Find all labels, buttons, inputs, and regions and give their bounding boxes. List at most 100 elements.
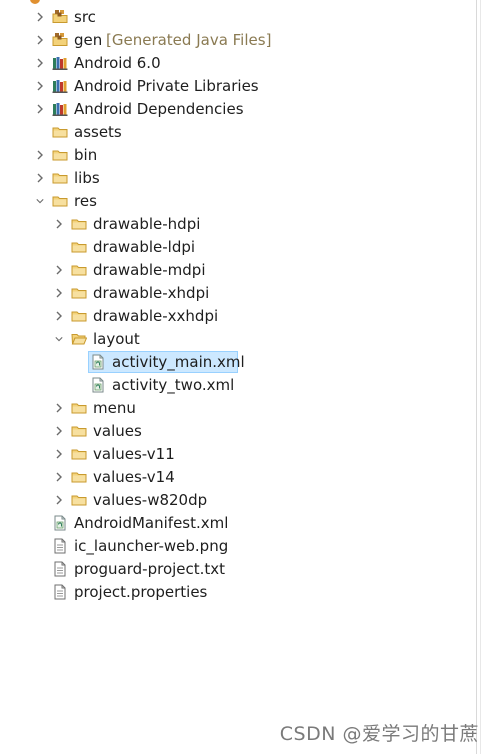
chevron-right-icon[interactable]: [55, 472, 63, 482]
tree-item[interactable]: Android 6.0: [0, 52, 470, 74]
chevron-right-icon[interactable]: [36, 12, 44, 22]
file-icon: [52, 561, 68, 577]
tree-item-label: Android Private Libraries: [74, 77, 259, 95]
tree-item[interactable]: ic_launcher-web.png: [0, 535, 470, 557]
tree-item[interactable]: src: [0, 6, 470, 28]
folder-icon: [52, 124, 68, 140]
tree-item-label: Android Dependencies: [74, 100, 244, 118]
tree-item-label: values-v11: [93, 445, 175, 463]
tree-item[interactable]: project.properties: [0, 581, 470, 603]
tree-item-decoration: [Generated Java Files]: [106, 31, 272, 49]
tree-item[interactable]: activity_main.xml: [0, 351, 470, 373]
tree-item[interactable]: drawable-xhdpi: [0, 282, 470, 304]
folder-icon: [71, 285, 87, 301]
tree-item[interactable]: layout: [0, 328, 470, 350]
tree-item[interactable]: gen [Generated Java Files]: [0, 29, 470, 51]
tree-item[interactable]: proguard-project.txt: [0, 558, 470, 580]
tree-item-label: gen: [74, 31, 103, 49]
tree-item[interactable]: res: [0, 190, 470, 212]
tree-item-label: values-w820dp: [93, 491, 208, 509]
chevron-right-icon[interactable]: [36, 35, 44, 45]
tree-item[interactable]: drawable-hdpi: [0, 213, 470, 235]
tree-item-label: drawable-mdpi: [93, 261, 206, 279]
chevron-down-icon[interactable]: [36, 197, 44, 205]
tree-item-label: activity_main.xml: [112, 353, 245, 371]
folder-icon: [71, 400, 87, 416]
folder-icon: [71, 262, 87, 278]
tree-item-label: drawable-xhdpi: [93, 284, 210, 302]
tree-item-label: assets: [74, 123, 122, 141]
tree-item[interactable]: drawable-mdpi: [0, 259, 470, 281]
source-package-icon: [52, 32, 68, 48]
folder-icon: [71, 216, 87, 232]
tree-item[interactable]: Android Dependencies: [0, 98, 470, 120]
tree-item-label: layout: [93, 330, 140, 348]
file-icon: [52, 538, 68, 554]
chevron-right-icon[interactable]: [55, 495, 63, 505]
folder-icon: [52, 147, 68, 163]
library-icon: [52, 101, 68, 117]
folder-icon: [71, 239, 87, 255]
tree-item-label: drawable-xxhdpi: [93, 307, 219, 325]
tree-item-label: proguard-project.txt: [74, 560, 226, 578]
tree-item[interactable]: libs: [0, 167, 470, 189]
tree-item[interactable]: values-v11: [0, 443, 470, 465]
chevron-right-icon[interactable]: [36, 173, 44, 183]
tree-item-label: project.properties: [74, 583, 208, 601]
folder-icon: [52, 170, 68, 186]
folder-icon: [71, 469, 87, 485]
tree-item-label: values: [93, 422, 142, 440]
tree-item[interactable]: activity_two.xml: [0, 374, 470, 396]
tree-item-label: values-v14: [93, 468, 175, 486]
chevron-right-icon[interactable]: [36, 58, 44, 68]
tree-item-label: src: [74, 8, 96, 26]
library-icon: [52, 78, 68, 94]
chevron-right-icon[interactable]: [36, 150, 44, 160]
folder-icon: [71, 423, 87, 439]
tree-item[interactable]: assets: [0, 121, 470, 143]
chevron-right-icon[interactable]: [55, 449, 63, 459]
chevron-right-icon[interactable]: [36, 81, 44, 91]
tree-item-label: drawable-hdpi: [93, 215, 201, 233]
panel-divider: [476, 0, 477, 754]
chevron-right-icon[interactable]: [55, 288, 63, 298]
folder-icon: [52, 193, 68, 209]
folder-icon: [71, 308, 87, 324]
tree-item-label: Android 6.0: [74, 54, 161, 72]
source-package-icon: [52, 9, 68, 25]
tree-item[interactable]: bin: [0, 144, 470, 166]
chevron-right-icon[interactable]: [55, 426, 63, 436]
tree-item-label: bin: [74, 146, 98, 164]
folder-icon: [71, 446, 87, 462]
file-icon: [52, 584, 68, 600]
tree-item-label: libs: [74, 169, 100, 187]
tree-item[interactable]: Android Private Libraries: [0, 75, 470, 97]
package-explorer-tree: src gen [Generated Java Files] Android 6.0 A…: [0, 0, 476, 754]
xml-file-icon: [90, 377, 106, 393]
tree-item-label: menu: [93, 399, 136, 417]
tree-item[interactable]: values-w820dp: [0, 489, 470, 511]
watermark-text: CSDN @爱学习的甘蔗: [279, 723, 479, 745]
tree-item[interactable]: values: [0, 420, 470, 442]
scrollbar-track[interactable]: [480, 0, 481, 754]
tree-item[interactable]: drawable-ldpi: [0, 236, 470, 258]
folder-icon: [71, 492, 87, 508]
tree-item[interactable]: menu: [0, 397, 470, 419]
chevron-right-icon[interactable]: [55, 311, 63, 321]
xml-file-icon: [52, 515, 68, 531]
xml-file-icon: [90, 354, 106, 370]
folder-open-icon: [71, 331, 87, 347]
tree-item-label: res: [74, 192, 97, 210]
tree-item-label: drawable-ldpi: [93, 238, 196, 256]
tree-item[interactable]: AndroidManifest.xml: [0, 512, 470, 534]
chevron-right-icon[interactable]: [55, 219, 63, 229]
chevron-right-icon[interactable]: [55, 403, 63, 413]
tree-item-label: AndroidManifest.xml: [74, 514, 229, 532]
chevron-right-icon[interactable]: [36, 104, 44, 114]
tree-item[interactable]: drawable-xxhdpi: [0, 305, 470, 327]
chevron-down-icon[interactable]: [55, 335, 63, 343]
tree-item-label: ic_launcher-web.png: [74, 537, 229, 555]
tree-item[interactable]: values-v14: [0, 466, 470, 488]
chevron-right-icon[interactable]: [55, 265, 63, 275]
tree-item-label: activity_two.xml: [112, 376, 235, 394]
